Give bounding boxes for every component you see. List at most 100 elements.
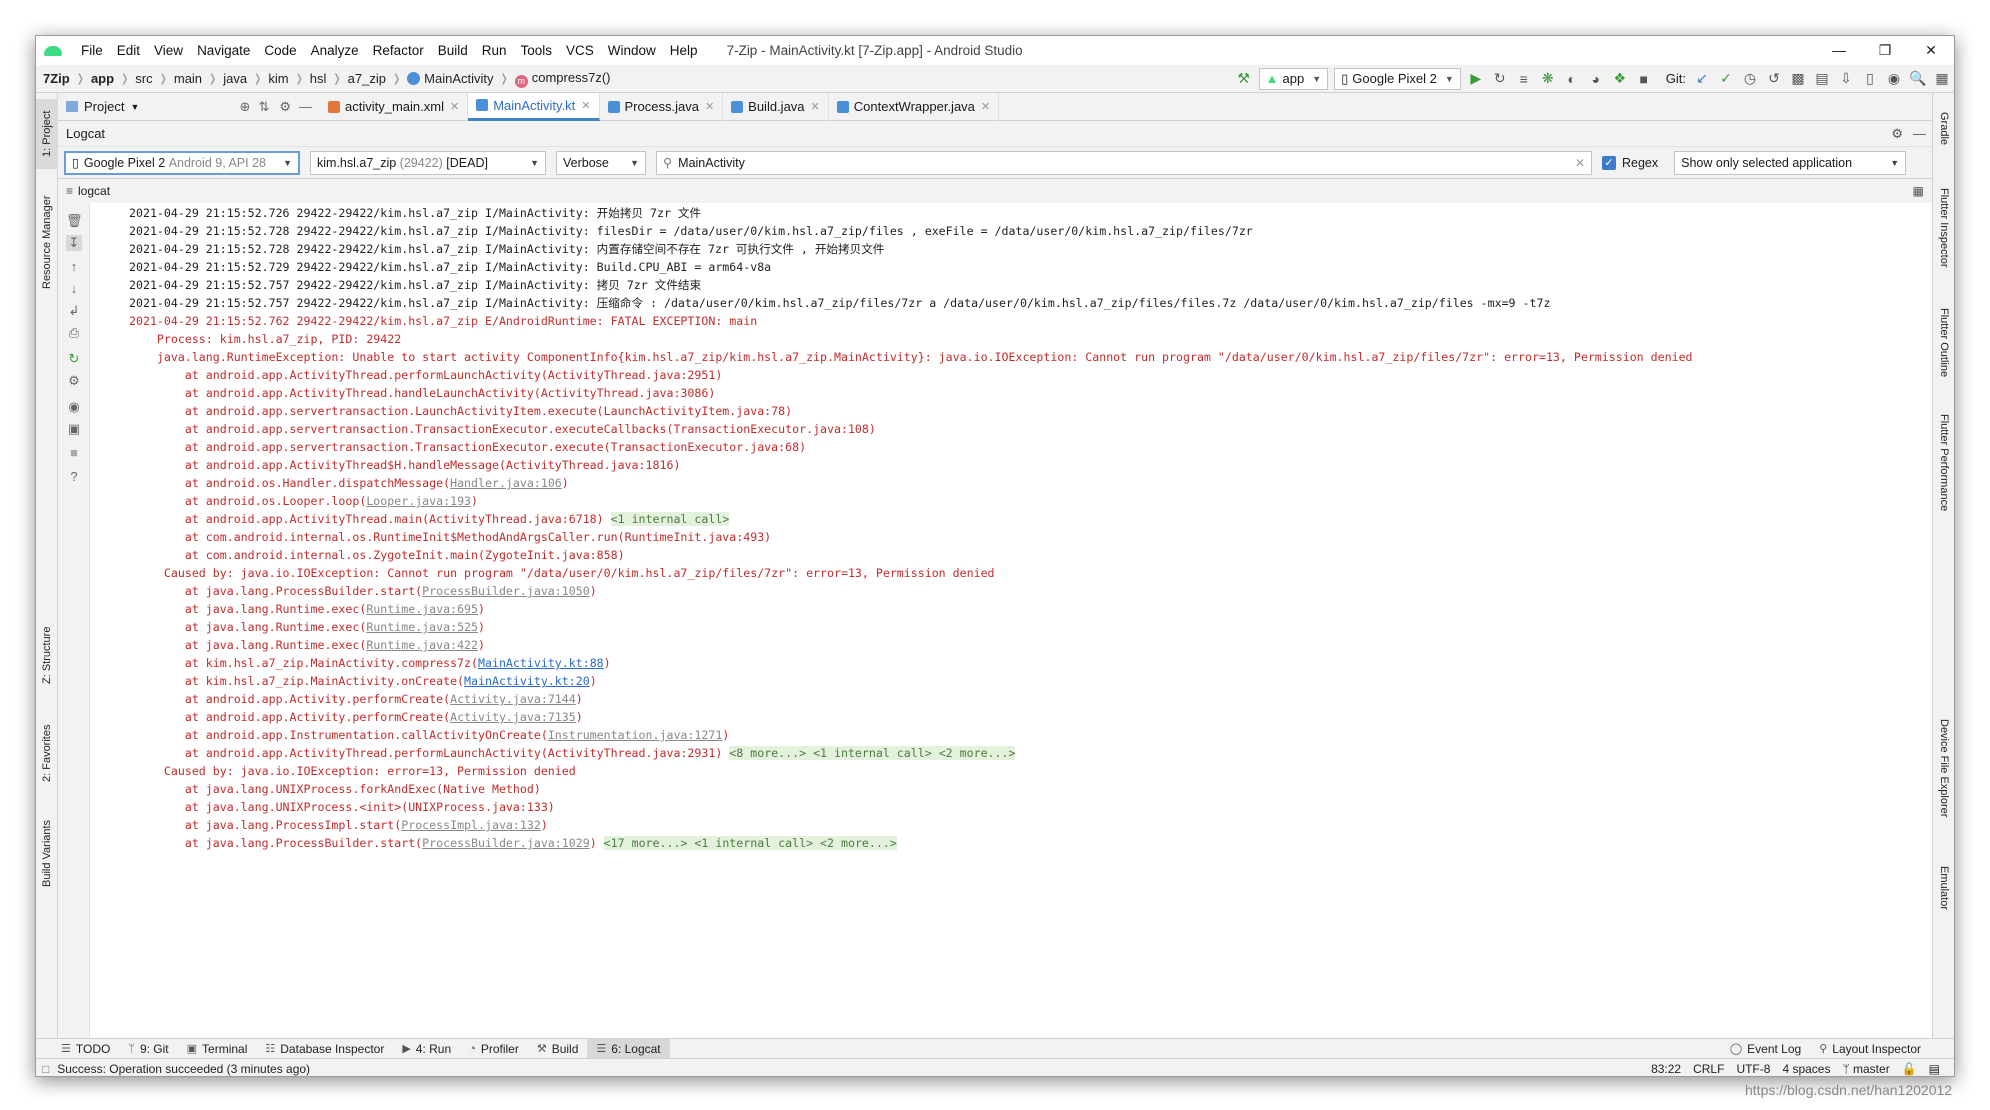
tool-window-emulator[interactable]: Emulator (1933, 853, 1954, 923)
print-icon[interactable]: ⎙ (66, 325, 82, 341)
close-tab-icon[interactable]: ✕ (811, 100, 820, 113)
log-level-dropdown[interactable]: Verbose ▼ (556, 150, 646, 175)
profile-icon[interactable]: ◕ (1584, 68, 1608, 90)
clear-icon[interactable]: ✕ (1569, 156, 1585, 170)
hide-icon[interactable]: — (299, 99, 312, 114)
tool-window-favorites[interactable]: 2: Favorites (36, 713, 58, 793)
breadcrumb-item[interactable]: kim (265, 71, 291, 86)
tool-window-flutter-performance[interactable]: Flutter Performance (1933, 403, 1954, 523)
locate-icon[interactable]: ⊕ (240, 99, 251, 115)
up-arrow-icon[interactable]: ↑ (66, 259, 82, 275)
breadcrumb-item[interactable]: app (88, 71, 117, 86)
memory-indicator-icon[interactable]: ▤ (1929, 1062, 1940, 1076)
editor-tab[interactable]: activity_main.xml ✕ (320, 92, 469, 121)
bottom-tab[interactable]: ⚒ Build (528, 1039, 588, 1059)
close-tab-icon[interactable]: ✕ (705, 100, 714, 113)
soft-wrap-icon[interactable]: ↲ (66, 303, 82, 319)
breadcrumb-item[interactable]: src (132, 71, 155, 86)
device-manager-icon[interactable]: ▯ (1858, 68, 1882, 90)
breadcrumb-item[interactable]: hsl (307, 71, 330, 86)
process-dropdown[interactable]: kim.hsl.a7_zip (29422) [DEAD] ▼ (310, 150, 546, 175)
bottom-tab[interactable]: ◔ Profiler (460, 1039, 528, 1059)
menu-item-build[interactable]: Build (431, 36, 475, 65)
menu-item-tools[interactable]: Tools (514, 36, 560, 65)
tool-window-project[interactable]: 1: Project (36, 99, 58, 169)
bottom-tab[interactable]: ▶ 4: Run (393, 1039, 460, 1059)
chevron-down-icon[interactable]: ▼ (130, 102, 139, 112)
logcat-subtab[interactable]: logcat (78, 184, 110, 198)
status-window-icon[interactable]: □ (42, 1062, 49, 1076)
folded-frames[interactable]: <1 internal call> (610, 512, 730, 526)
source-link[interactable]: Runtime.java:525 (366, 620, 478, 634)
close-tab-icon[interactable]: ✕ (450, 100, 459, 113)
source-link[interactable]: MainActivity.kt:20 (464, 674, 590, 688)
make-project-hammer-icon[interactable]: ⚒ (1232, 68, 1256, 90)
gear-icon[interactable]: ⚙ (279, 99, 291, 115)
git-update-icon[interactable]: ↙ (1690, 68, 1714, 90)
breadcrumb-item[interactable]: java (220, 71, 250, 86)
device-select[interactable]: ▯ Google Pixel 2 ▼ (1334, 67, 1461, 90)
help-icon[interactable]: ? (66, 469, 82, 485)
menu-item-refactor[interactable]: Refactor (366, 36, 431, 65)
lock-icon[interactable]: 🔓 (1902, 1062, 1917, 1076)
coverage-icon[interactable]: ◐ (1560, 68, 1584, 90)
screen-record-icon[interactable]: ▣ (66, 421, 82, 437)
file-encoding[interactable]: UTF-8 (1736, 1062, 1770, 1076)
screenshot-icon[interactable]: ◉ (66, 399, 82, 415)
tool-window-resource-manager[interactable]: Resource Manager (36, 185, 58, 300)
menu-item-code[interactable]: Code (257, 36, 303, 65)
restore-button[interactable]: ❐ (1862, 36, 1908, 65)
gear-icon[interactable]: ⚙ (1891, 126, 1903, 142)
tool-window-build-variants[interactable]: Build Variants (36, 808, 58, 898)
menu-item-edit[interactable]: Edit (110, 36, 147, 65)
run-icon[interactable]: ▶ (1464, 68, 1488, 90)
stop-icon[interactable]: ■ (66, 445, 82, 461)
menu-item-navigate[interactable]: Navigate (190, 36, 257, 65)
close-tab-icon[interactable]: ✕ (581, 99, 590, 112)
attach-debugger-icon[interactable]: ❖ (1608, 68, 1632, 90)
editor-tab[interactable]: MainActivity.kt ✕ (468, 92, 600, 121)
apply-changes-icon[interactable]: ↻ (1488, 68, 1512, 90)
git-rollback-icon[interactable]: ↺ (1762, 68, 1786, 90)
git-history-icon[interactable]: ◷ (1738, 68, 1762, 90)
editor-tab[interactable]: Build.java ✕ (723, 92, 829, 121)
search-everywhere-icon[interactable]: 🔍 (1906, 68, 1930, 90)
tool-window-flutter-outline[interactable]: Flutter Outline (1933, 293, 1954, 393)
menu-item-run[interactable]: Run (475, 36, 514, 65)
editor-tab[interactable]: Process.java ✕ (600, 92, 724, 121)
bottom-tab[interactable]: ▣ Terminal (178, 1039, 257, 1059)
scroll-to-end-icon[interactable]: ↧ (66, 235, 82, 251)
bottom-tab[interactable]: ᛘ 9: Git (119, 1039, 177, 1059)
tool-window-device-file-explorer[interactable]: Device File Explorer (1933, 698, 1954, 838)
source-link[interactable]: Runtime.java:422 (366, 638, 478, 652)
menu-item-window[interactable]: Window (601, 36, 663, 65)
collapse-all-icon[interactable]: ⇅ (258, 99, 269, 115)
source-link[interactable]: Looper.java:193 (366, 494, 471, 508)
bottom-tab[interactable]: ☰ 6: Logcat (587, 1038, 670, 1059)
source-link[interactable]: Runtime.java:695 (366, 602, 478, 616)
menu-item-help[interactable]: Help (663, 36, 705, 65)
breadcrumb-item[interactable]: a7_zip (345, 71, 389, 86)
debug-icon[interactable]: ❋ (1536, 68, 1560, 90)
menu-item-analyze[interactable]: Analyze (304, 36, 366, 65)
bottom-tab[interactable]: ☷ Database Inspector (256, 1039, 393, 1059)
source-link[interactable]: ProcessBuilder.java:1029 (422, 836, 590, 850)
run-config-select[interactable]: ▲ app ▼ (1258, 67, 1329, 90)
breadcrumb-item[interactable]: m compress7z() (512, 70, 614, 88)
clear-logcat-icon[interactable]: 🗑 (66, 213, 83, 229)
regex-checkbox[interactable]: ✓ (1602, 155, 1616, 170)
ide-features-icon[interactable]: ▦ (1930, 68, 1954, 90)
tool-window-structure[interactable]: Z: Structure (36, 613, 58, 698)
editor-tab[interactable]: ContextWrapper.java ✕ (829, 92, 1000, 121)
filter-mode-dropdown[interactable]: Show only selected application ▼ (1674, 150, 1907, 175)
stop-icon[interactable]: ■ (1632, 68, 1656, 90)
source-link[interactable]: ProcessImpl.java:132 (401, 818, 541, 832)
device-dropdown[interactable]: ▯ Google Pixel 2 Android 9, API 28 ▼ (64, 150, 300, 175)
folded-frames[interactable]: <17 more...> <1 internal call> <2 more..… (603, 836, 897, 850)
close-tab-icon[interactable]: ✕ (981, 100, 990, 113)
source-link[interactable]: Handler.java:106 (450, 476, 562, 490)
close-window-button[interactable]: ✕ (1908, 36, 1954, 65)
source-link[interactable]: Instrumentation.java:1271 (548, 728, 723, 742)
indent-setting[interactable]: 4 spaces (1782, 1062, 1830, 1076)
event-log-tab[interactable]: ◯ Event Log (1721, 1039, 1810, 1059)
